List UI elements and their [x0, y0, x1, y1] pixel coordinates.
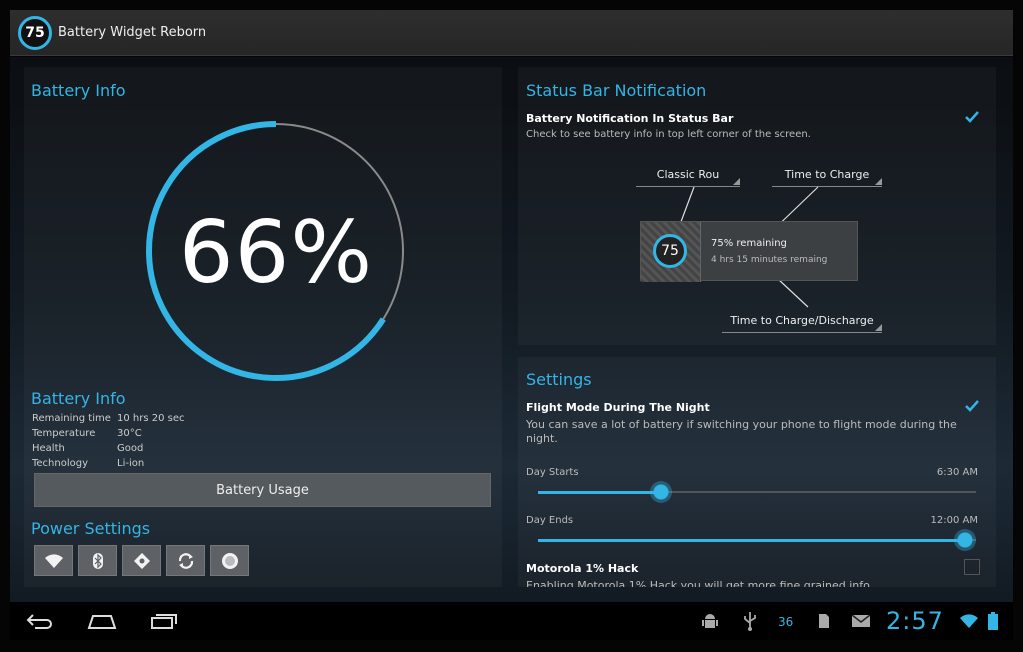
notification-style-spinner[interactable]: Classic Rou [636, 165, 740, 187]
wifi-status[interactable] [958, 610, 980, 632]
slider-fill [538, 539, 965, 542]
day-starts-slider[interactable] [538, 481, 976, 503]
motorola-hack-checkbox[interactable] [964, 559, 980, 575]
day-starts-value: 6:30 AM [936, 467, 978, 478]
info-value: 10 hrs 20 sec [117, 413, 185, 424]
info-value: Li-ion [117, 458, 145, 469]
battery-level-text: 66% [178, 203, 374, 303]
app-icon[interactable]: 75 [18, 16, 52, 50]
status-bar-notification-panel: Status Bar Notification Battery Notifica… [518, 67, 996, 345]
notification-pref-title[interactable]: Battery Notification In Status Bar [526, 112, 733, 125]
sd-card-notification[interactable] [816, 610, 832, 632]
settings-panel: Settings Flight Mode During The Night Yo… [518, 357, 996, 587]
wifi-toggle[interactable] [34, 545, 73, 576]
home-icon [87, 615, 117, 629]
wifi-icon [44, 553, 63, 568]
dropdown-arrow-icon [875, 324, 882, 331]
recents-button[interactable] [148, 610, 180, 632]
info-value: 30°C [117, 428, 142, 439]
day-ends-label: Day Ends [526, 515, 574, 526]
time-display-value: Time to Charge [784, 168, 870, 181]
notification-pref-summary: Check to see battery info in top left co… [526, 129, 811, 140]
preview-connector-lines [675, 186, 819, 308]
android-icon [702, 614, 718, 628]
content-area: Battery Info 66% Battery Info Remaining … [10, 57, 1013, 602]
check-icon [965, 111, 979, 123]
notification-style-value: Classic Rou [656, 168, 720, 181]
preview-line1: 75% remaining [711, 238, 787, 249]
home-button[interactable] [86, 610, 118, 632]
battery-status-number[interactable]: 36 [778, 615, 793, 629]
slider-fill [538, 491, 662, 494]
wifi-signal-icon [960, 614, 978, 628]
info-value: Good [117, 443, 144, 454]
screen: 75 Battery Widget Reborn Battery Info 66… [0, 0, 1023, 652]
day-ends-slider[interactable] [538, 529, 976, 551]
notification-preview: 75 75% remaining 4 hrs 15 minutes remain… [640, 221, 858, 282]
brightness-toggle[interactable] [210, 545, 249, 576]
sd-card-icon [819, 614, 829, 628]
info-key: Health [32, 443, 65, 454]
power-settings-title: Power Settings [31, 519, 151, 538]
day-starts-label: Day Starts [526, 467, 579, 478]
time-display-spinner[interactable]: Time to Charge [772, 165, 882, 187]
bottom-text-value: Time to Charge/Discharge [730, 314, 874, 327]
clock[interactable]: 2:57 [886, 607, 944, 635]
battery-info-panel: Battery Info 66% Battery Info Remaining … [24, 67, 502, 587]
bluetooth-icon [92, 552, 103, 569]
check-icon [965, 400, 979, 412]
back-button[interactable] [24, 610, 54, 632]
battery-status[interactable] [986, 610, 1000, 632]
mail-notification[interactable] [850, 610, 872, 632]
slider-thumb[interactable] [650, 481, 673, 503]
flight-mode-checkbox[interactable] [964, 398, 980, 414]
brightness-icon [221, 552, 238, 569]
dropdown-arrow-icon [875, 178, 882, 185]
status-bar-notification-title: Status Bar Notification [526, 81, 707, 100]
info-key: Temperature [32, 428, 96, 439]
app-title: Battery Widget Reborn [58, 25, 207, 40]
preview-line2: 4 hrs 15 minutes remaing [711, 255, 828, 265]
bottom-text-spinner[interactable]: Time to Charge/Discharge [722, 311, 882, 333]
gps-toggle[interactable] [122, 545, 161, 576]
motorola-hack-summary: Enabling Motorola 1% Hack you will get m… [526, 579, 870, 587]
gps-icon [133, 552, 150, 569]
sync-toggle[interactable] [166, 545, 205, 576]
info-key: Remaining time [32, 413, 111, 424]
sync-icon [178, 552, 193, 569]
flight-mode-title[interactable]: Flight Mode During The Night [526, 401, 710, 414]
mail-icon [851, 614, 871, 627]
slider-thumb[interactable] [954, 529, 976, 551]
usb-icon [744, 612, 756, 631]
battery-info-title: Battery Info [31, 81, 126, 100]
dropdown-arrow-icon [733, 178, 740, 185]
flight-mode-summary: You can save a lot of battery if switchi… [526, 418, 957, 445]
settings-title: Settings [526, 370, 592, 389]
info-key: Technology [32, 458, 89, 469]
recents-icon [151, 614, 177, 629]
battery-details-title: Battery Info [31, 389, 126, 408]
bluetooth-toggle[interactable] [78, 545, 117, 576]
preview-icon-area: 75 [641, 222, 701, 282]
day-ends-value: 12:00 AM [930, 515, 978, 526]
motorola-hack-title[interactable]: Motorola 1% Hack [526, 562, 638, 575]
preview-battery-icon: 75 [653, 234, 687, 268]
back-icon [26, 614, 52, 629]
notification-checkbox[interactable] [964, 109, 980, 125]
battery-usage-button[interactable]: Battery Usage [34, 473, 491, 507]
battery-icon [988, 612, 998, 630]
usb-notification[interactable] [740, 610, 760, 632]
android-notification[interactable] [700, 610, 720, 632]
action-bar: 75 Battery Widget Reborn [10, 10, 1013, 56]
navigation-bar: 36 2:57 [10, 602, 1013, 640]
